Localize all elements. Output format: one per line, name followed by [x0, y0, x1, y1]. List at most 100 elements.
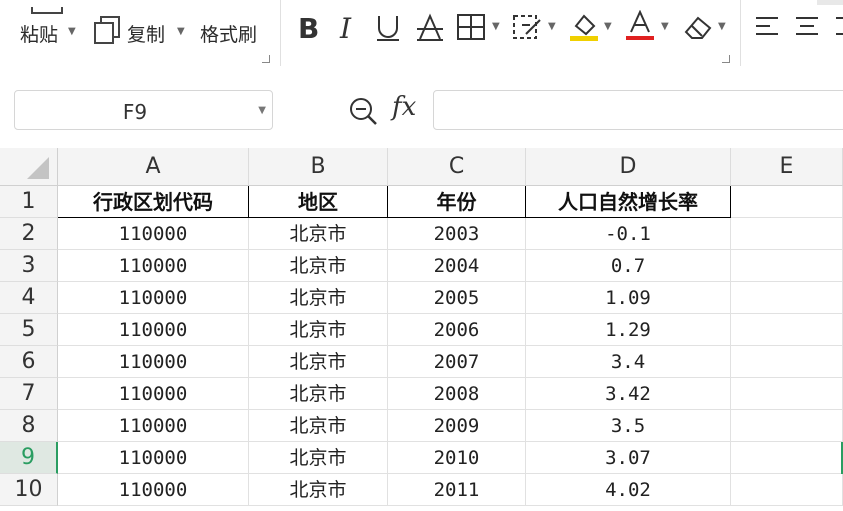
cell-b9[interactable]: 北京市: [249, 442, 388, 474]
font-color-dropdown-chevron-icon[interactable]: ▼: [661, 21, 669, 32]
column-header-d[interactable]: D: [526, 148, 731, 186]
copy-dropdown-chevron-icon[interactable]: ▼: [177, 26, 185, 37]
cell-d4[interactable]: 1.09: [526, 282, 731, 314]
eraser-dropdown-chevron-icon[interactable]: ▼: [718, 21, 726, 32]
cell-d6[interactable]: 3.4: [526, 346, 731, 378]
cell-e2[interactable]: [731, 218, 843, 250]
cell-e4[interactable]: [731, 282, 843, 314]
row-header-6[interactable]: 6: [0, 346, 58, 378]
cell-e3[interactable]: [731, 250, 843, 282]
cell-d10[interactable]: 4.02: [526, 474, 731, 506]
cell-e10[interactable]: [731, 474, 843, 506]
align-left-icon[interactable]: [754, 14, 780, 40]
paste-dropdown-chevron-icon[interactable]: ▼: [68, 26, 76, 37]
cell-b7[interactable]: 北京市: [249, 378, 388, 410]
cell-d8[interactable]: 3.5: [526, 410, 731, 442]
cell-c8[interactable]: 2009: [388, 410, 526, 442]
cell-a7[interactable]: 110000: [58, 378, 249, 410]
align-right-icon[interactable]: [834, 14, 843, 40]
cell-c2[interactable]: 2003: [388, 218, 526, 250]
cell-e1[interactable]: [731, 186, 843, 218]
cell-c4[interactable]: 2005: [388, 282, 526, 314]
cell-e5[interactable]: [731, 314, 843, 346]
copy-button[interactable]: 复制: [127, 20, 165, 47]
cell-d9[interactable]: 3.07: [526, 442, 731, 474]
align-center-icon[interactable]: [794, 14, 820, 40]
row-header-3[interactable]: 3: [0, 250, 58, 282]
cell-b4[interactable]: 北京市: [249, 282, 388, 314]
cell-a4[interactable]: 110000: [58, 282, 249, 314]
fill-color-dropdown-chevron-icon[interactable]: ▼: [604, 21, 612, 32]
eraser-icon[interactable]: [682, 12, 714, 42]
strikethrough-icon[interactable]: [415, 12, 445, 42]
row-header-4[interactable]: 4: [0, 282, 58, 314]
cell-d1[interactable]: 人口自然增长率: [526, 186, 731, 218]
cell-b5[interactable]: 北京市: [249, 314, 388, 346]
underline-icon[interactable]: [373, 12, 403, 42]
clipboard-dialog-launcher-icon[interactable]: [262, 55, 270, 63]
borders-icon[interactable]: [456, 12, 486, 42]
cell-d5[interactable]: 1.29: [526, 314, 731, 346]
cell-style-icon[interactable]: [512, 12, 542, 42]
borders-dropdown-chevron-icon[interactable]: ▼: [492, 21, 500, 32]
cell-e7[interactable]: [731, 378, 843, 410]
cell-c3[interactable]: 2004: [388, 250, 526, 282]
ribbon-top-accent: [817, 0, 843, 5]
formula-input[interactable]: [433, 90, 843, 130]
column-header-e[interactable]: E: [731, 148, 843, 186]
column-header-b[interactable]: B: [249, 148, 388, 186]
cell-a8[interactable]: 110000: [58, 410, 249, 442]
italic-icon[interactable]: I: [336, 12, 360, 45]
cell-b10[interactable]: 北京市: [249, 474, 388, 506]
row-header-8[interactable]: 8: [0, 410, 58, 442]
column-header-c[interactable]: C: [388, 148, 526, 186]
row-header-7[interactable]: 7: [0, 378, 58, 410]
row-header-2[interactable]: 2: [0, 218, 58, 250]
cell-a3[interactable]: 110000: [58, 250, 249, 282]
select-all-corner[interactable]: [0, 148, 58, 186]
name-box-value: F9: [122, 100, 148, 124]
cell-b1[interactable]: 地区: [249, 186, 388, 218]
font-color-icon[interactable]: [625, 9, 655, 42]
cell-c9[interactable]: 2010: [388, 442, 526, 474]
cell-d3[interactable]: 0.7: [526, 250, 731, 282]
paste-button[interactable]: 粘贴: [20, 20, 58, 47]
paste-icon[interactable]: [30, 0, 64, 14]
toolbar-divider: [280, 0, 281, 66]
cell-b3[interactable]: 北京市: [249, 250, 388, 282]
cell-a5[interactable]: 110000: [58, 314, 249, 346]
copy-icon[interactable]: [93, 15, 123, 45]
name-box-chevron-icon[interactable]: ▼: [258, 105, 266, 116]
cell-a9[interactable]: 110000: [58, 442, 249, 474]
row-header-5[interactable]: 5: [0, 314, 58, 346]
cell-c5[interactable]: 2006: [388, 314, 526, 346]
fill-color-icon[interactable]: [568, 10, 600, 42]
cell-d7[interactable]: 3.42: [526, 378, 731, 410]
row-header-9[interactable]: 9: [0, 442, 58, 474]
cell-b2[interactable]: 北京市: [249, 218, 388, 250]
format-painter-button[interactable]: 格式刷: [200, 20, 257, 47]
cell-e8[interactable]: [731, 410, 843, 442]
cell-d2[interactable]: -0.1: [526, 218, 731, 250]
cell-a10[interactable]: 110000: [58, 474, 249, 506]
row-header-1[interactable]: 1: [0, 186, 58, 218]
cell-b8[interactable]: 北京市: [249, 410, 388, 442]
zoom-search-icon[interactable]: [348, 96, 378, 126]
cell-e6[interactable]: [731, 346, 843, 378]
cell-c1[interactable]: 年份: [388, 186, 526, 218]
font-dialog-launcher-icon[interactable]: [722, 55, 730, 63]
insert-function-button[interactable]: fx: [392, 92, 416, 122]
column-header-a[interactable]: A: [58, 148, 249, 186]
cell-b6[interactable]: 北京市: [249, 346, 388, 378]
cell-a1[interactable]: 行政区划代码: [58, 186, 249, 218]
cell-style-dropdown-chevron-icon[interactable]: ▼: [548, 21, 556, 32]
cell-e9[interactable]: [731, 442, 843, 474]
cell-a6[interactable]: 110000: [58, 346, 249, 378]
row-header-10[interactable]: 10: [0, 474, 58, 506]
cell-a2[interactable]: 110000: [58, 218, 249, 250]
cell-c10[interactable]: 2011: [388, 474, 526, 506]
cell-c6[interactable]: 2007: [388, 346, 526, 378]
cell-c7[interactable]: 2008: [388, 378, 526, 410]
name-box[interactable]: F9 ▼: [14, 90, 273, 130]
bold-icon[interactable]: B: [296, 12, 324, 45]
